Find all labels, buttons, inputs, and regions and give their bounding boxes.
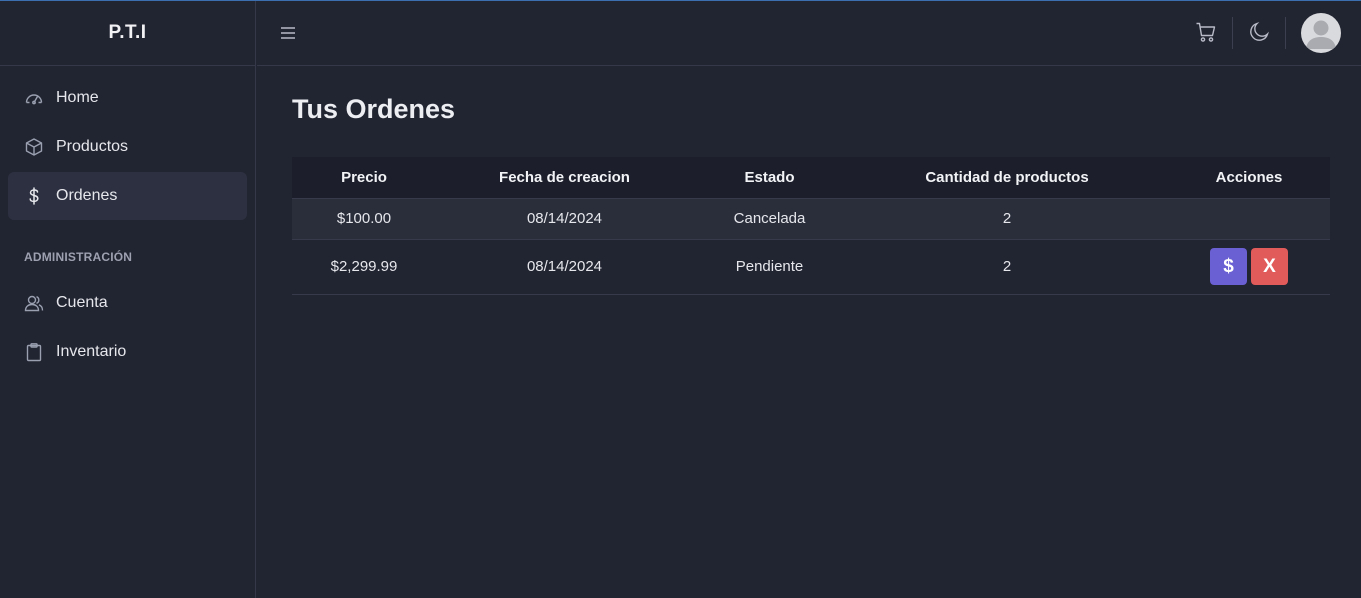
column-header-precio: Precio: [341, 168, 387, 186]
sidebar-item-productos[interactable]: Productos: [8, 123, 247, 171]
sidebar-item-inventario[interactable]: Inventario: [8, 328, 247, 376]
column-header-fecha: Fecha de creacion: [499, 168, 630, 186]
moon-icon[interactable]: [1248, 21, 1270, 43]
cell-acciones: [1168, 198, 1330, 239]
cell-cantidad: 2: [1002, 258, 1012, 275]
sidebar-item-label: Cuenta: [56, 294, 108, 311]
sidebar-nav: Home Productos Ordenes: [0, 66, 255, 220]
section-title-administracion: ADMINISTRACIÓN: [24, 250, 133, 264]
sidebar-item-label: Home: [56, 89, 99, 106]
cell-cantidad: 2: [1002, 210, 1012, 227]
pay-button[interactable]: $: [1210, 248, 1247, 285]
admin-nav: Cuenta Inventario: [0, 279, 255, 376]
cell-fecha: 08/14/2024: [526, 210, 603, 227]
cell-precio: $100.00: [336, 210, 392, 227]
dashboard-gauge-icon: [24, 88, 44, 108]
cell-acciones: $ X: [1168, 239, 1330, 294]
page-title: Tus Ordenes: [292, 94, 456, 124]
sidebar-item-home[interactable]: Home: [8, 74, 247, 122]
cell-fecha: 08/14/2024: [526, 258, 603, 275]
orders-table: Precio Fecha de creacion Estado Cantidad…: [292, 157, 1330, 295]
table-row: $2,299.99 08/14/2024 Pendiente 2 $ X: [292, 239, 1330, 294]
table-row: $100.00 08/14/2024 Cancelada 2: [292, 198, 1330, 239]
brand-logo[interactable]: P.T.I: [0, 1, 255, 66]
hamburger-icon[interactable]: [279, 23, 297, 43]
cell-estado: Pendiente: [735, 258, 804, 275]
sidebar-item-label: Ordenes: [56, 187, 118, 204]
sidebar-item-label: Productos: [56, 138, 129, 155]
user-avatar-icon[interactable]: [1301, 13, 1341, 53]
cart-icon[interactable]: [1195, 21, 1217, 43]
main-content: Tus Ordenes Precio Fecha de creacion Est…: [292, 66, 1330, 295]
dollar-icon: [24, 186, 44, 206]
table-header-row: Precio Fecha de creacion Estado Cantidad…: [292, 157, 1330, 198]
cancel-order-button[interactable]: X: [1251, 248, 1288, 285]
column-header-estado: Estado: [744, 168, 795, 186]
users-icon: [24, 293, 44, 313]
column-header-acciones: Acciones: [1215, 168, 1283, 186]
clipboard-icon: [24, 342, 44, 362]
sidebar-item-ordenes[interactable]: Ordenes: [8, 172, 247, 220]
sidebar: P.T.I Home Productos Ordenes ADMINISTRAC…: [0, 1, 256, 598]
topbar-divider: [1232, 17, 1233, 49]
cell-precio: $2,299.99: [330, 258, 398, 275]
column-header-cantidad: Cantidad de productos: [925, 168, 1089, 186]
cell-estado: Cancelada: [733, 210, 806, 227]
sidebar-item-cuenta[interactable]: Cuenta: [8, 279, 247, 327]
cube-icon: [24, 137, 44, 157]
sidebar-item-label: Inventario: [56, 343, 127, 360]
topbar-divider: [1285, 17, 1286, 49]
row-actions: $ X: [1168, 248, 1330, 285]
top-bar: [257, 1, 1361, 66]
